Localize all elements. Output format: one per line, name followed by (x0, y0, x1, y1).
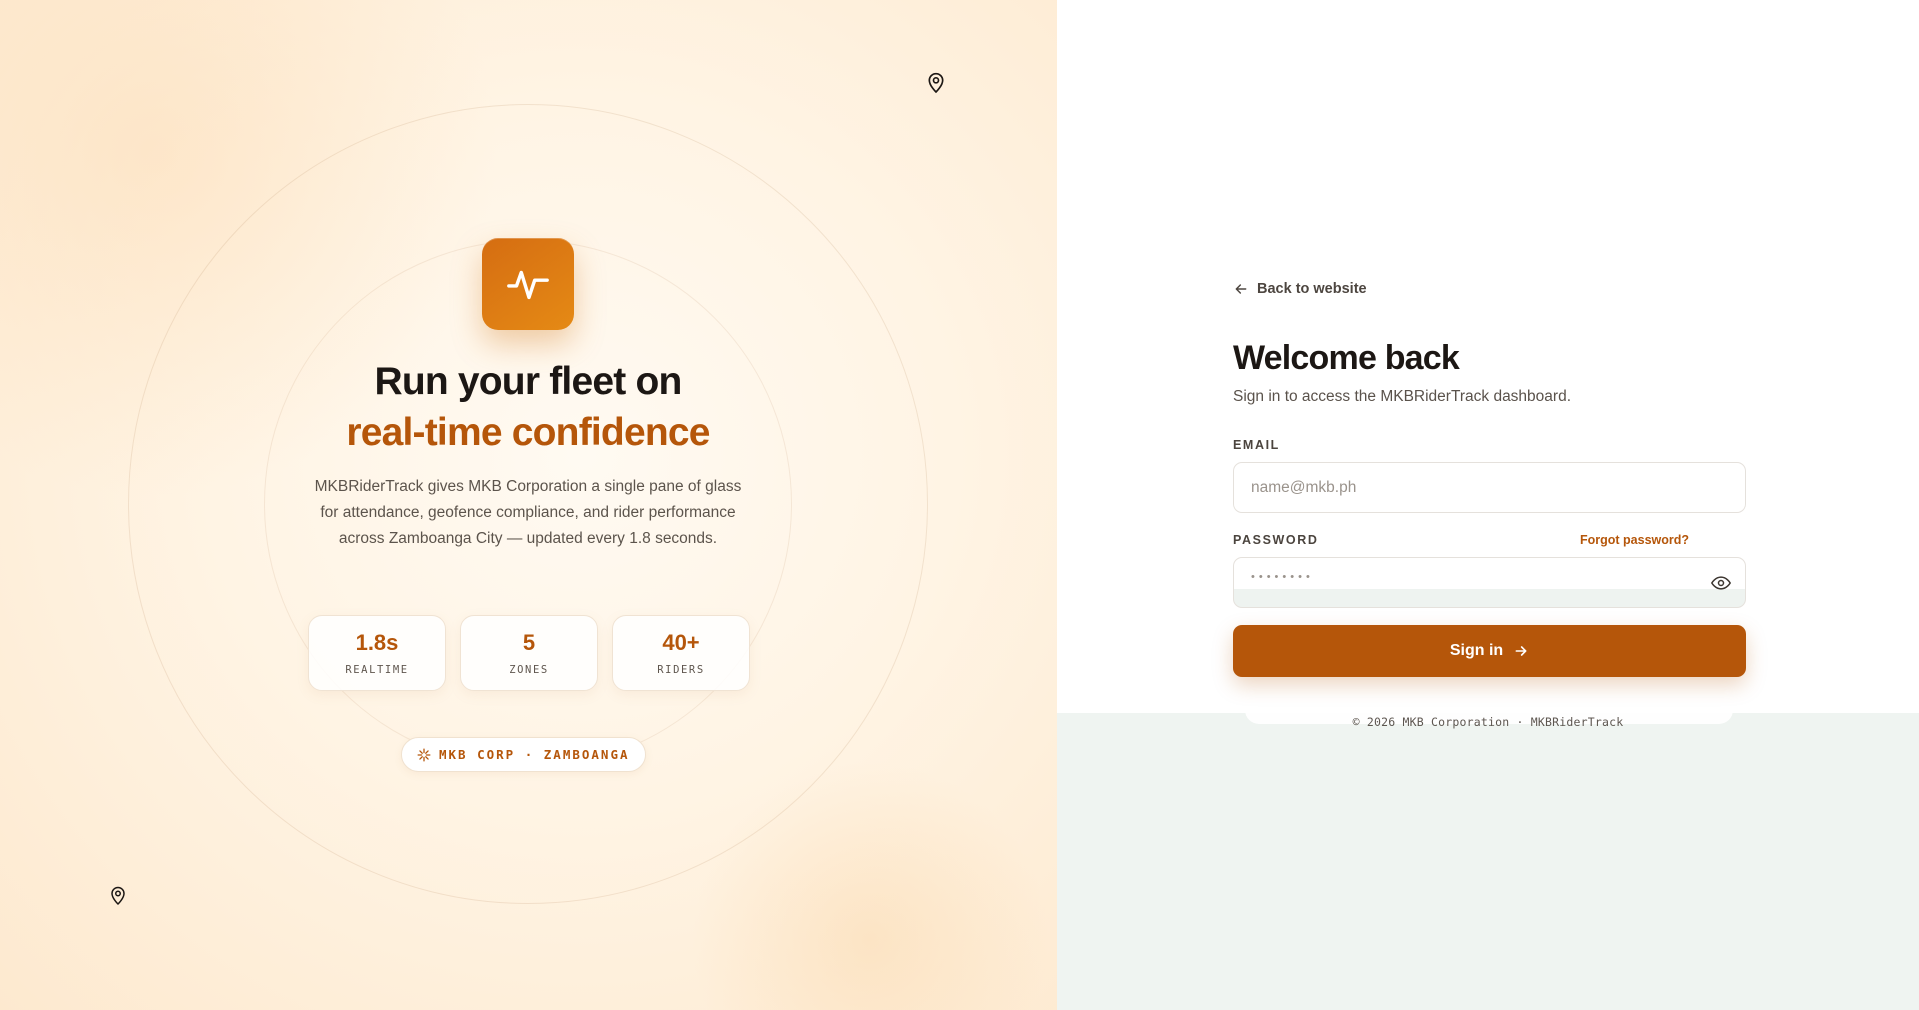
stat-value: 40+ (662, 630, 700, 655)
email-label: EMAIL (1233, 438, 1280, 452)
stat-card-realtime: 1.8s REALTIME (308, 615, 446, 691)
stat-label: RIDERS (657, 664, 705, 676)
back-to-website-link[interactable]: Back to website (1233, 281, 1367, 297)
sparkle-icon (417, 748, 431, 761)
stat-label: ZONES (509, 664, 549, 676)
footer-band (1057, 713, 1919, 1010)
activity-pulse-icon (507, 270, 549, 300)
email-placeholder: name@mkb.ph (1251, 478, 1357, 496)
stat-card-zones: 5 ZONES (460, 615, 598, 691)
password-field[interactable]: •••••••• (1233, 557, 1746, 608)
arrow-right-icon (1515, 646, 1527, 656)
copyright-footer: © 2026 MKB Corporation · MKBRiderTrack (1352, 715, 1624, 729)
map-pin-icon (928, 72, 944, 94)
hero-title-line1: Run your fleet on (374, 360, 682, 403)
company-badge-text: MKB CORP · ZAMBOANGA (439, 747, 630, 762)
back-link-label: Back to website (1257, 281, 1367, 297)
hero-title-line2: real-time confidence (346, 411, 710, 454)
stat-label: REALTIME (345, 664, 409, 676)
stat-value: 5 (522, 630, 536, 655)
password-masked-value: •••••••• (1251, 571, 1314, 583)
stat-value: 1.8s (355, 630, 399, 655)
stats-row: 1.8s REALTIME 5 ZONES 40+ RIDERS (308, 615, 750, 691)
hero-title: Run your fleet on real-time confidence (228, 356, 828, 458)
password-label: PASSWORD (1233, 533, 1319, 547)
sign-in-button[interactable]: Sign in (1233, 625, 1746, 677)
sign-in-label: Sign in (1449, 642, 1504, 659)
sign-in-panel: Back to website Welcome back Sign in to … (1057, 0, 1919, 1010)
forgot-password-link[interactable]: Forgot password? (1580, 533, 1689, 547)
show-password-eye-icon[interactable] (1711, 576, 1731, 590)
arrow-left-icon (1235, 284, 1247, 294)
app-logo (482, 238, 574, 330)
email-field[interactable]: name@mkb.ph (1233, 462, 1746, 513)
hero-panel: Run your fleet on real-time confidence M… (0, 0, 1057, 1010)
hero-description: MKBRiderTrack gives MKB Corporation a si… (314, 478, 742, 547)
page-title: Welcome back (1233, 339, 1460, 377)
company-badge: MKB CORP · ZAMBOANGA (401, 737, 646, 772)
page-subtitle: Sign in to access the MKBRiderTrack dash… (1233, 388, 1572, 405)
map-pin-icon (111, 886, 125, 906)
stat-card-riders: 40+ RIDERS (612, 615, 750, 691)
